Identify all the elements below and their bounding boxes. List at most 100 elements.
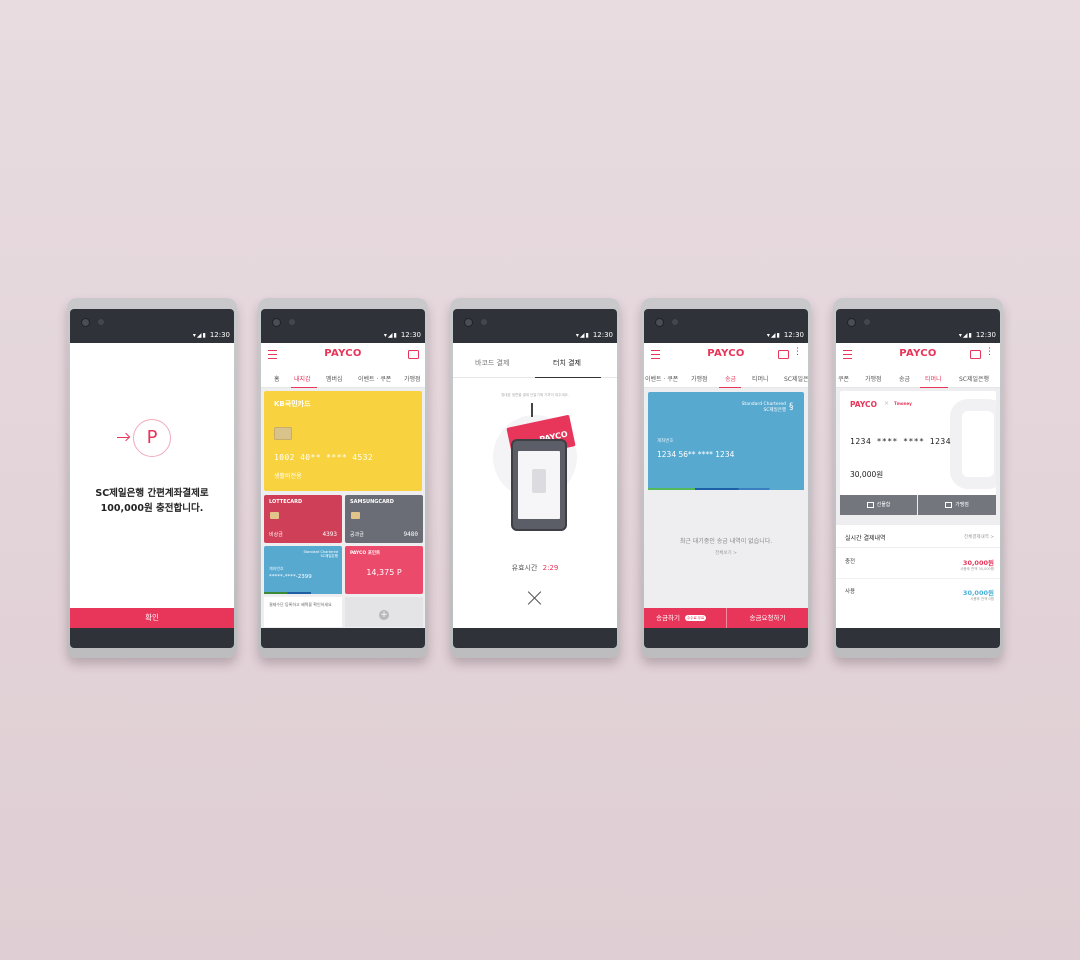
tab-transfer[interactable]: 송금 [725, 374, 736, 383]
send-button[interactable]: 송금하기 수수료 무료 [644, 608, 726, 628]
request-transfer-button[interactable]: 송금요청하기 [726, 608, 808, 628]
app-bar: PAYCO ⋮ [644, 343, 808, 367]
register-note-text: 결제수단 등록하고 혜택을 확인하세요 [269, 602, 332, 607]
gift-label: 선물함 [876, 502, 891, 508]
tmoney-card-number: 1234 **** **** 1234 [850, 437, 952, 446]
app-bar: PAYCO [261, 343, 425, 367]
plus-icon: + [379, 610, 389, 620]
store-icon [945, 501, 953, 508]
kb-brand: KB국민카드 [274, 400, 311, 408]
view-all-link[interactable]: 전체보기 > [644, 550, 808, 556]
tab-transfer[interactable]: 송금 [899, 374, 910, 383]
status-time: 12:30 [592, 331, 613, 339]
tab-tmoney[interactable]: 티머니 [752, 374, 769, 383]
more-icon[interactable]: ⋮ [985, 348, 994, 357]
tab-touch-pay[interactable]: 터치 결제 [553, 358, 581, 368]
status-bar: ▾◢▮ 12:30 [644, 331, 808, 341]
signal-icon: ▾◢▮ [958, 332, 973, 339]
sc-brand: Standard Chartered SC제일은행 [303, 550, 338, 558]
camera [481, 319, 487, 325]
tmoney-area: PAYCO × Tmoney 1234 **** **** 1234 30,00… [836, 388, 1000, 525]
tab-bar: 이벤트 · 쿠폰 가맹점 송금 티머니 SC제일은행 [644, 367, 808, 388]
camera [655, 318, 664, 327]
tab-coupon[interactable]: 쿠폰 [838, 374, 849, 383]
tmoney-card[interactable]: PAYCO × Tmoney 1234 **** **** 1234 30,00… [840, 391, 996, 495]
sc-account-card[interactable]: Standard Chartered SC제일은행 § 계좌번호 1234 56… [648, 392, 804, 490]
phone-illustration [511, 439, 567, 531]
tab-sc-bank[interactable]: SC제일은행 [959, 374, 989, 383]
gift-box-button[interactable]: 선물함 [840, 495, 917, 515]
tab-barcode-pay[interactable]: 바코드 결제 [475, 358, 509, 368]
close-icon[interactable] [527, 591, 542, 605]
signal-icon: ▾◢▮ [766, 332, 781, 339]
history-row-amount: 30,000원 [962, 589, 994, 597]
phone-1: ▾◢▮ 12:30 P SC제일은행 간편계좌결제로 100,000원 충전합니다… [67, 298, 237, 658]
phone-2: ▾◢▮ 12:30 PAYCO 홈 내지갑 멤버십 이벤트 · 쿠폰 가맹점 KB… [258, 298, 428, 658]
status-time: 12:30 [783, 331, 804, 339]
samsung-name: 공과금 [350, 532, 364, 538]
tab-wallet[interactable]: 내지갑 [294, 374, 311, 383]
history-row-label: 충전 [845, 559, 856, 565]
store-button[interactable]: 가맹점 [918, 495, 996, 515]
card-chip-icon [270, 512, 279, 519]
message-icon[interactable] [408, 350, 419, 359]
tab-tmoney[interactable]: 티머니 [925, 374, 942, 383]
confirm-button[interactable]: 확인 [70, 608, 234, 628]
payco-point-value: 14,375 P [366, 568, 402, 577]
touch-hint: 휴대폰 뒷면을 결제 단말기에 가까이 대주세요. [501, 393, 569, 397]
wallet-area: KB국민카드 1002 40** **** 4532 생활비전용 LOTTECA… [261, 388, 425, 628]
history-title: 실시간 결제내역 [845, 535, 886, 542]
history-all-link[interactable]: 전체결제내역 > [964, 534, 994, 540]
history-row-sub: 사용후 잔액 30,000원 [960, 567, 994, 571]
tab-store[interactable]: 가맹점 [691, 374, 708, 383]
screen: PAYCO ⋮ 이벤트 · 쿠폰 가맹점 송금 티머니 SC제일은행 Stand… [644, 343, 808, 628]
tab-store[interactable]: 가맹점 [404, 374, 421, 383]
app-bar: PAYCO ⋮ [836, 343, 1000, 367]
message-icon[interactable] [970, 350, 981, 359]
sc-card-stripe [264, 592, 342, 594]
phone-3: ▾◢▮ 12:30 바코드 결제 터치 결제 휴대폰 뒷면을 결제 단말기에 가까… [450, 298, 620, 658]
arrow-head-icon [121, 432, 131, 442]
phone-bezel: ▾◢▮ 12:30 PAYCO 홈 내지갑 멤버십 이벤트 · 쿠폰 가맹점 KB… [261, 309, 425, 648]
tmoney-partner-logo: Tmoney [894, 401, 912, 406]
tab-home[interactable]: 홈 [274, 374, 280, 383]
tab-sc-bank[interactable]: SC제일은행 [784, 374, 808, 383]
screen: 바코드 결제 터치 결제 휴대폰 뒷면을 결제 단말기에 가까이 대주세요. P… [453, 343, 617, 628]
phone-5: ▾◢▮ 12:30 PAYCO ⋮ 쿠폰 가맹점 송금 티머니 SC제일은행 PA… [833, 298, 1003, 658]
tab-membership[interactable]: 멤버십 [326, 374, 343, 383]
history-row-sub: 사용후 잔액 0원 [970, 597, 994, 601]
screen: PAYCO 홈 내지갑 멤버십 이벤트 · 쿠폰 가맹점 KB국민카드 1002… [261, 343, 425, 628]
more-icon[interactable]: ⋮ [793, 348, 802, 357]
tab-store[interactable]: 가맹점 [865, 374, 882, 383]
card-chip-icon [274, 427, 292, 440]
samsung-card[interactable]: SAMSUNGCARD 공과금 9480 [345, 495, 423, 543]
add-card-button[interactable]: + [345, 597, 423, 627]
card-chip-icon [351, 512, 360, 519]
camera [98, 319, 104, 325]
tab-event-coupon[interactable]: 이벤트 · 쿠폰 [645, 374, 678, 383]
tab-event-coupon[interactable]: 이벤트 · 쿠폰 [358, 374, 391, 383]
sc-brand-line-2: SC제일은행 [763, 408, 786, 413]
transfer-area: Standard Chartered SC제일은행 § 계좌번호 1234 56… [644, 388, 808, 628]
sc-bank-card[interactable]: Standard Chartered SC제일은행 계좌번호 *****-***… [264, 546, 342, 594]
lotte-card[interactable]: LOTTECARD 비상금 4393 [264, 495, 342, 543]
camera [464, 318, 473, 327]
status-time: 12:30 [975, 331, 996, 339]
message-icon[interactable] [778, 350, 789, 359]
gift-icon [866, 501, 874, 508]
store-label: 가맹점 [955, 502, 969, 508]
signal-icon: ▾◢▮ [575, 332, 590, 339]
screen: P SC제일은행 간편계좌결제로 100,000원 충전합니다. 확인 [70, 343, 234, 628]
samsung-last4: 9480 [403, 531, 418, 538]
kb-card[interactable]: KB국민카드 1002 40** **** 4532 생활비전용 [264, 391, 422, 491]
payco-point-card[interactable]: PAYCO 포인트 14,375 P [345, 546, 423, 594]
sc-brand: Standard Chartered SC제일은행 [742, 402, 786, 414]
kb-card-name: 생활비전용 [274, 473, 302, 480]
send-label: 송금하기 [656, 614, 680, 622]
register-note: 결제수단 등록하고 혜택을 확인하세요 [264, 597, 342, 627]
phone-bezel: ▾◢▮ 12:30 PAYCO ⋮ 쿠폰 가맹점 송금 티머니 SC제일은행 PA… [836, 309, 1000, 648]
status-bar: ▾◢▮ 12:30 [453, 331, 617, 341]
timer-label: 유효시간 [511, 564, 538, 572]
phone-4: ▾◢▮ 12:30 PAYCO ⋮ 이벤트 · 쿠폰 가맹점 송금 티머니 SC제… [641, 298, 811, 658]
history-row-label: 사용 [845, 589, 856, 595]
